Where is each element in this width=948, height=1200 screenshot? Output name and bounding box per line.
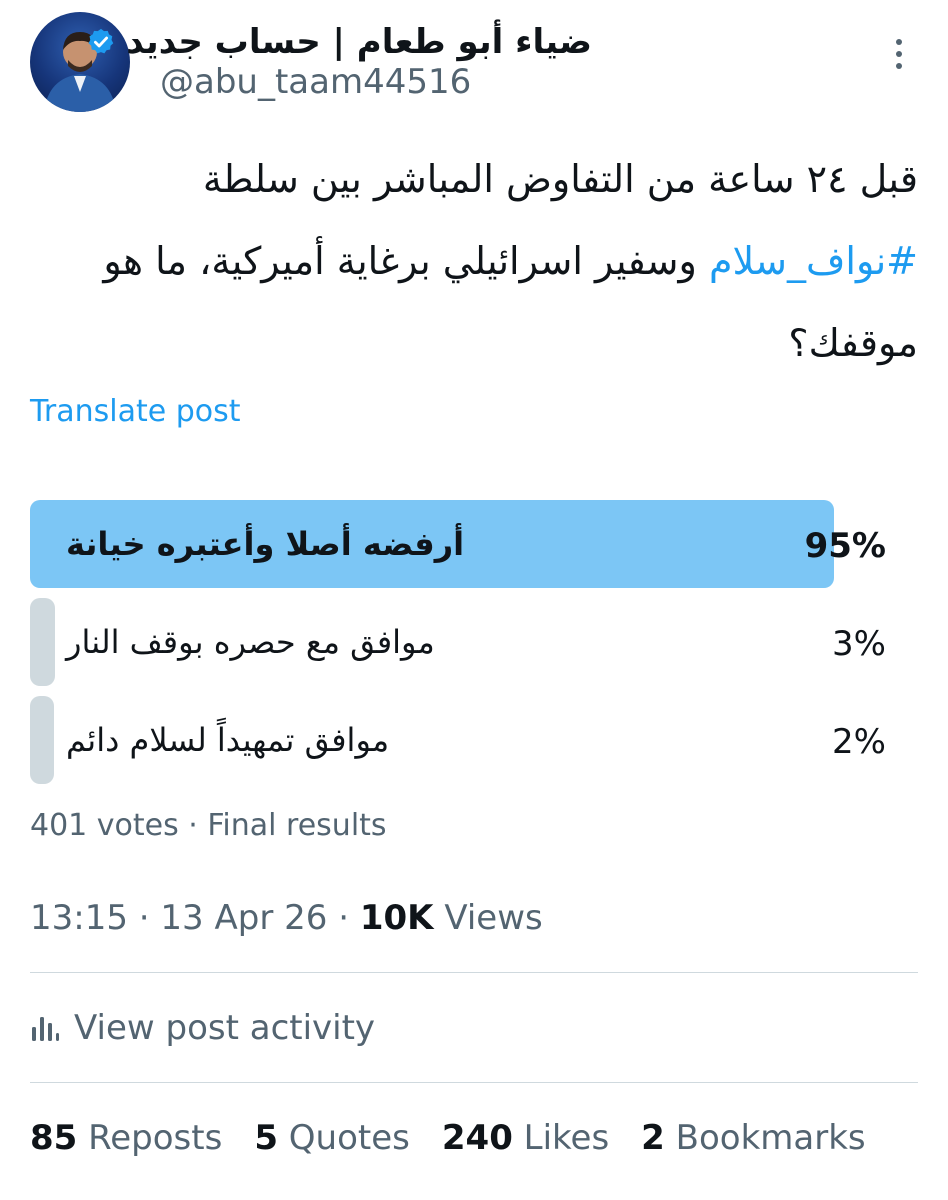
likes-stat[interactable]: 240 Likes xyxy=(442,1118,609,1158)
poll-bar xyxy=(30,696,54,784)
views-count: 10K xyxy=(359,898,434,938)
poll-option-label: أرفضه أصلا وأعتبره خيانة xyxy=(66,525,465,563)
activity-label: View post activity xyxy=(74,1008,376,1048)
reposts-count: 85 xyxy=(30,1118,78,1158)
bar-chart-icon xyxy=(32,1017,59,1041)
hashtag-link[interactable]: #نواف_سلام xyxy=(709,239,918,283)
likes-label: Likes xyxy=(523,1118,610,1158)
tweet-line-1: قبل ٢٤ ساعة من التفاوض المباشر بين سلطة xyxy=(202,157,918,201)
poll-option-label: موافق تمهيداً لسلام دائم xyxy=(66,721,390,759)
bookmarks-stat[interactable]: 2 Bookmarks xyxy=(641,1118,865,1158)
poll-results-meta: 401 votes · Final results xyxy=(30,808,387,843)
tweet-line-3: موقفك؟ xyxy=(788,321,918,365)
more-vertical-icon[interactable] xyxy=(884,36,914,72)
poll-bar xyxy=(30,598,56,686)
bookmarks-count: 2 xyxy=(641,1118,665,1158)
likes-count: 240 xyxy=(441,1118,513,1158)
view-post-activity-link[interactable]: View post activity xyxy=(30,1008,375,1048)
poll-option-percent: 2% xyxy=(832,722,886,762)
tweet-text: قبل ٢٤ ساعة من التفاوض المباشر بين سلطة … xyxy=(38,138,918,384)
user-handle[interactable]: @abu_taam44516 xyxy=(160,62,471,102)
reposts-label: Reposts xyxy=(88,1118,223,1158)
translate-link[interactable]: Translate post xyxy=(30,394,241,429)
tweet-line-2-text: وسفير اسرائيلي برغاية أميركية، ما هو xyxy=(103,239,709,283)
poll-option-percent: 3% xyxy=(832,624,886,664)
poll-option-percent: 95% xyxy=(804,526,886,566)
bookmarks-label: Bookmarks xyxy=(675,1118,866,1158)
post-date: 13 Apr 26 xyxy=(160,898,328,938)
views-label: Views xyxy=(444,898,543,938)
divider xyxy=(30,1082,918,1083)
quotes-label: Quotes xyxy=(288,1118,410,1158)
poll-option-3: موافق تمهيداً لسلام دائم 2% xyxy=(30,696,886,784)
reposts-stat[interactable]: 85 Reposts xyxy=(30,1118,222,1158)
verified-badge-icon xyxy=(88,28,114,54)
tweet-line-2: #نواف_سلام وسفير اسرائيلي برغاية أميركية… xyxy=(38,220,918,302)
engagement-stats: 85 Reposts 5 Quotes 240 Likes 2 Bookmark… xyxy=(30,1118,866,1158)
divider xyxy=(30,972,918,973)
quotes-count: 5 xyxy=(254,1118,278,1158)
post-time: 13:15 xyxy=(30,898,128,938)
display-name: ضياء أبو طعام | حساب جديد xyxy=(126,22,592,62)
poll-option-label: موافق مع حصره بوقف النار xyxy=(66,623,435,661)
quotes-stat[interactable]: 5 Quotes xyxy=(254,1118,410,1158)
poll-option-1: أرفضه أصلا وأعتبره خيانة 95% xyxy=(30,500,886,588)
post-timestamp[interactable]: 13:15 · 13 Apr 26 · 10K Views xyxy=(30,898,543,938)
author-name-row[interactable]: ضياء أبو طعام | حساب جديد xyxy=(86,22,592,62)
poll-option-2: موافق مع حصره بوقف النار 3% xyxy=(30,598,886,686)
